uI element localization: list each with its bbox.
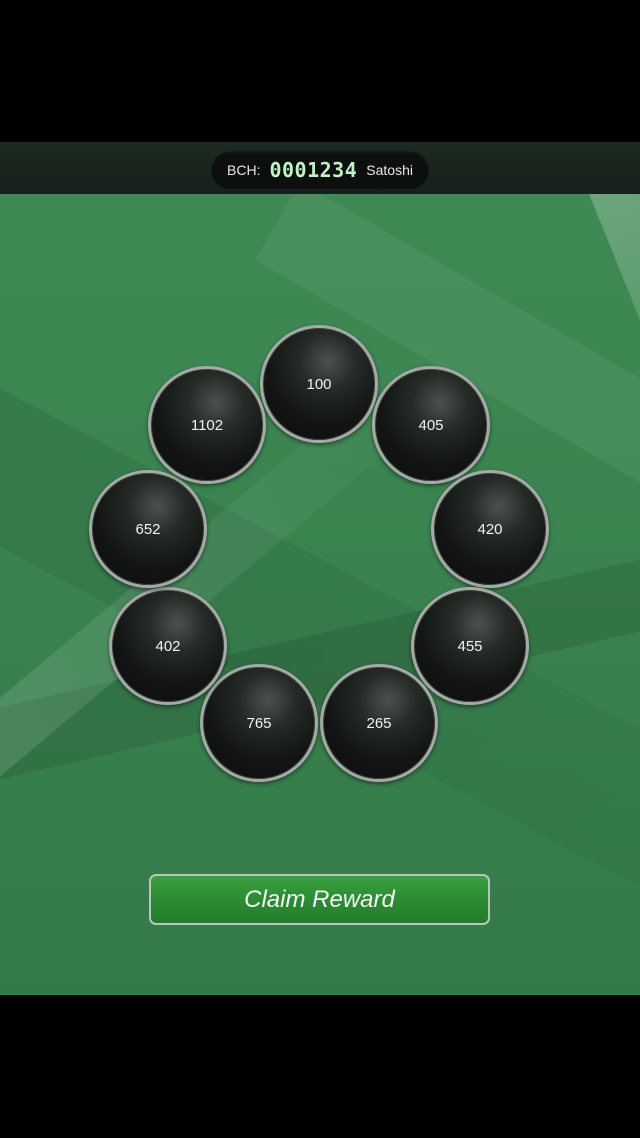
coin-button[interactable]: 265 [320,664,438,782]
coin-value: 652 [135,520,161,538]
game-screen: BCH: 0001234 Satoshi 100 405 420 455 265… [0,0,640,1138]
claim-reward-button[interactable]: Claim Reward [149,874,490,925]
balance-label: BCH: [227,162,261,178]
coin-value: 420 [477,520,503,538]
coin-value: 455 [457,637,483,655]
coin-button[interactable]: 455 [411,587,529,705]
coin-button[interactable]: 100 [260,325,378,443]
claim-reward-label: Claim Reward [244,885,395,913]
balance-unit: Satoshi [366,162,413,178]
coin-value: 100 [306,375,332,393]
coin-button[interactable]: 652 [89,470,207,588]
balance-display: BCH: 0001234 Satoshi [211,151,429,189]
top-bar: BCH: 0001234 Satoshi [0,142,640,194]
coin-button[interactable]: 402 [109,587,227,705]
coin-button[interactable]: 405 [372,366,490,484]
coin-value: 405 [418,416,444,434]
coin-button[interactable]: 765 [200,664,318,782]
balance-value: 0001234 [269,158,358,182]
coin-value: 1102 [190,416,224,434]
coin-value: 265 [366,714,392,732]
game-area: BCH: 0001234 Satoshi 100 405 420 455 265… [0,142,640,995]
coin-value: 402 [155,637,181,655]
coin-button[interactable]: 1102 [148,366,266,484]
coin-button[interactable]: 420 [431,470,549,588]
coin-value: 765 [246,714,272,732]
background-streak [560,142,640,512]
